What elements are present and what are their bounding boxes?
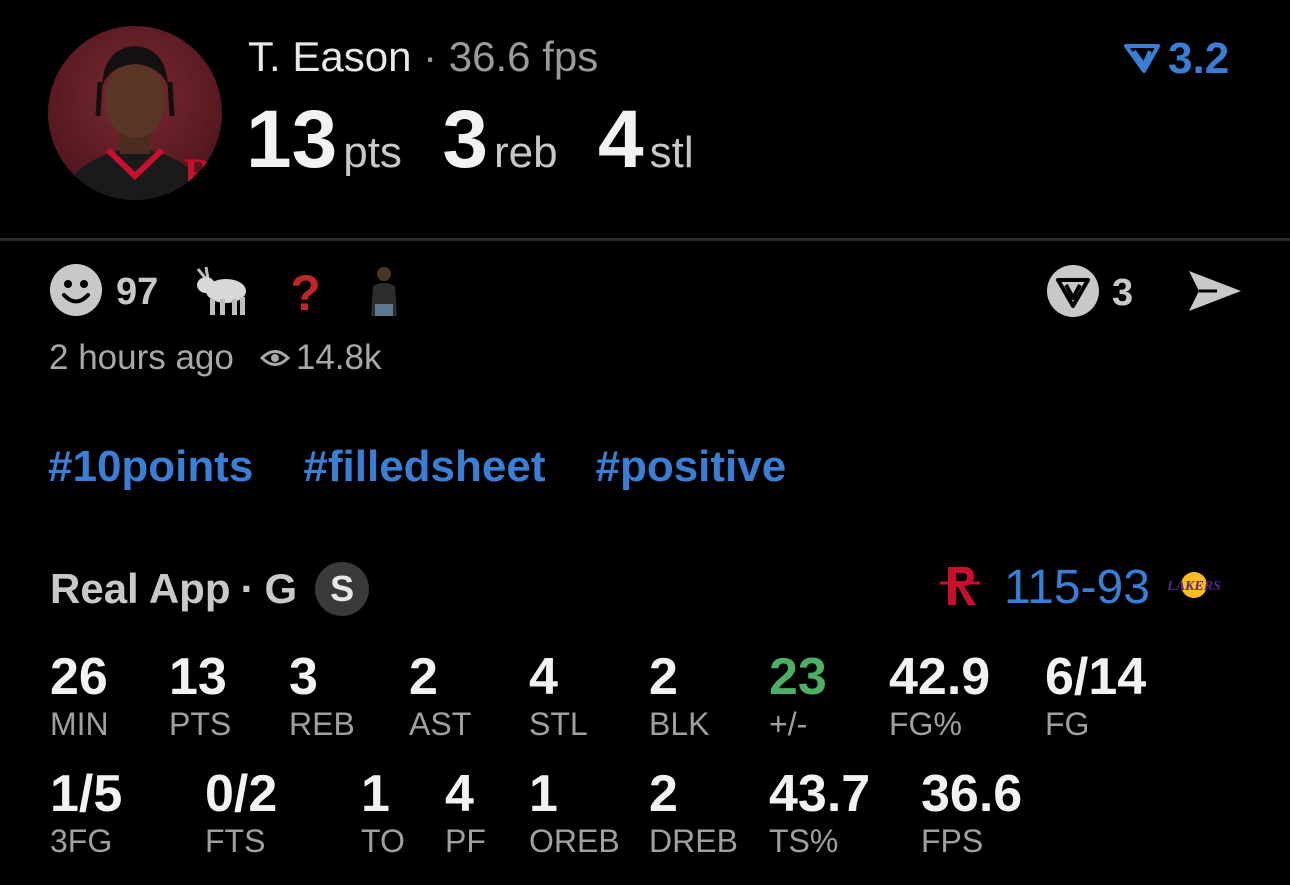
- stat-label: DREB: [649, 823, 738, 859]
- stat-value: 1: [529, 765, 558, 823]
- view-count: 14.8k: [295, 338, 382, 377]
- score-dash: -: [1080, 561, 1097, 614]
- reb-value: 3: [442, 94, 488, 185]
- stat-label: STL: [529, 706, 588, 742]
- stat-value: 6/14: [1045, 648, 1147, 706]
- person-sticker-icon[interactable]: [367, 264, 401, 321]
- stat-value: 4: [445, 765, 474, 823]
- stat-label: BLK: [649, 706, 710, 742]
- stat-value: 43.7: [769, 765, 871, 823]
- game-score[interactable]: 115-93 LAKERS: [938, 560, 1222, 615]
- stat-value: 2: [649, 765, 678, 823]
- player-name[interactable]: T. Eason: [248, 33, 411, 80]
- rockets-logo: [938, 561, 982, 614]
- stl-value: 4: [598, 94, 644, 185]
- send-icon[interactable]: [1187, 267, 1243, 320]
- stat-3fg: 1/5 3FG: [50, 765, 122, 859]
- goat-icon[interactable]: [192, 263, 250, 322]
- stat-label: TS%: [769, 823, 839, 859]
- player-title: T. Eason · 36.6 fps: [248, 32, 598, 82]
- stat-pf: 4 PF: [445, 765, 486, 859]
- stat-label: REB: [289, 706, 355, 742]
- stat-stl: 4 STL: [529, 648, 588, 742]
- hashtag-list: #10points #filledsheet #positive: [48, 442, 786, 492]
- stat-label: FTS: [205, 823, 266, 859]
- hashtag[interactable]: #10points: [48, 442, 253, 492]
- stat-label: PF: [445, 823, 486, 859]
- source-app: Real App: [50, 565, 231, 612]
- post-actions: 3: [1046, 264, 1243, 323]
- pts-unit: pts: [343, 128, 402, 177]
- fantasy-rating-icon: [1124, 34, 1160, 84]
- views: 14.8k: [259, 338, 382, 378]
- stat-oreb: 1 OREB: [529, 765, 620, 859]
- fps-label: 36.6 fps: [448, 33, 599, 80]
- time-ago: 2 hours ago: [49, 338, 234, 377]
- header-divider: [0, 238, 1290, 241]
- hashtag[interactable]: #filledsheet: [303, 442, 545, 492]
- game-source-line: Real App · G S: [50, 562, 370, 616]
- starter-badge: S: [315, 562, 370, 616]
- home-score: 115: [1004, 561, 1081, 614]
- reb-unit: reb: [493, 128, 558, 177]
- stat-label: PTS: [169, 706, 232, 742]
- stat-value: 4: [529, 648, 558, 706]
- stat-value: 13: [169, 648, 227, 706]
- eye-icon: [259, 338, 290, 378]
- player-position: G: [264, 565, 298, 612]
- headline-stats: 13 pts 3 reb 4 stl: [246, 92, 730, 188]
- stat-value: 36.6: [921, 765, 1023, 823]
- comment-icon[interactable]: [1046, 264, 1100, 323]
- player-avatar[interactable]: R: [48, 26, 222, 200]
- stat-value: 1: [361, 765, 390, 823]
- lakers-logo: LAKERS: [1166, 570, 1222, 605]
- stat-label: OREB: [529, 823, 620, 859]
- fantasy-rating[interactable]: 3.2: [1124, 34, 1229, 84]
- stat-label: TO: [361, 823, 405, 859]
- stat-label: +/-: [769, 706, 808, 742]
- stat-fg-pct: 42.9 FG%: [889, 648, 990, 742]
- game-separator: ·: [240, 565, 255, 612]
- stat-value: 1/5: [50, 765, 123, 823]
- post-meta: 2 hours ago 14.8k: [49, 338, 382, 378]
- away-score: 93: [1096, 561, 1150, 614]
- stat-reb: 3 REB: [289, 648, 355, 742]
- stat-value: 23: [769, 648, 827, 706]
- pts-value: 13: [246, 94, 338, 185]
- stat-label: FPS: [921, 823, 984, 859]
- stl-unit: stl: [649, 128, 694, 177]
- stat-fg: 6/14 FG: [1045, 648, 1146, 742]
- rating-value: 3.2: [1168, 34, 1230, 83]
- stat-label: AST: [409, 706, 472, 742]
- stat-ast: 2 AST: [409, 648, 471, 742]
- title-separator: ·: [423, 33, 438, 80]
- stat-label: FG%: [889, 706, 962, 742]
- question-icon[interactable]: ?: [290, 264, 321, 322]
- stat-fts: 0/2 FTS: [205, 765, 277, 859]
- reaction-bar: 97 ?: [48, 262, 401, 323]
- stat-fps: 36.6 FPS: [921, 765, 1022, 859]
- stat-value: 3: [289, 648, 318, 706]
- stat-to: 1 TO: [361, 765, 405, 859]
- stat-dreb: 2 DREB: [649, 765, 738, 859]
- smile-count: 97: [116, 271, 159, 313]
- stat-value: 0/2: [205, 765, 278, 823]
- stat-value: 2: [649, 648, 678, 706]
- stat-pts: 13 PTS: [169, 648, 231, 742]
- stat-label: MIN: [50, 706, 109, 742]
- stat-value: 42.9: [889, 648, 991, 706]
- stat-ts-pct: 43.7 TS%: [769, 765, 870, 859]
- hashtag[interactable]: #positive: [595, 442, 786, 492]
- stat-label: 3FG: [50, 823, 113, 859]
- svg-text:R: R: [184, 150, 214, 195]
- svg-text:LAKERS: LAKERS: [1166, 579, 1221, 594]
- stat-min: 26 MIN: [50, 648, 109, 742]
- stat-plus-minus: 23 +/-: [769, 648, 827, 742]
- stat-value: 26: [50, 648, 108, 706]
- stat-label: FG: [1045, 706, 1090, 742]
- comment-count: 3: [1112, 272, 1134, 314]
- stat-blk: 2 BLK: [649, 648, 709, 742]
- smile-icon[interactable]: [48, 262, 104, 323]
- stat-value: 2: [409, 648, 438, 706]
